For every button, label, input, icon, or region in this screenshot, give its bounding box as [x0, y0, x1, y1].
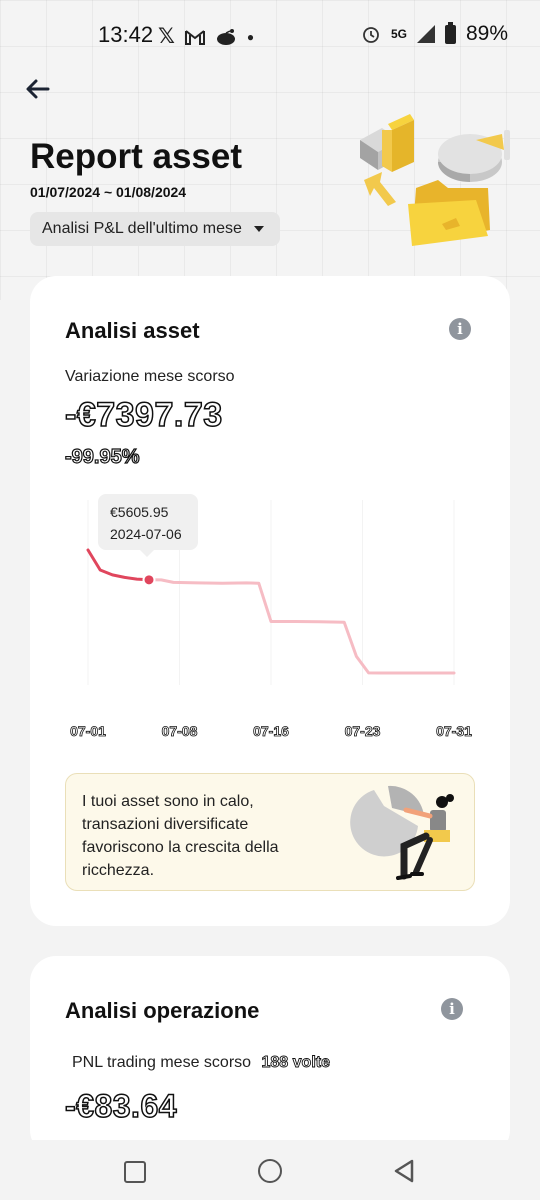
chart-line-future — [147, 578, 456, 675]
trading-pnl-label: PNL trading mese scorso — [72, 1054, 252, 1071]
period-dropdown-label: Analisi P&L dell'ultimo mese — [42, 220, 242, 237]
nav-back-button[interactable] — [392, 1158, 416, 1184]
x-tick-label: 07-23 — [345, 723, 381, 739]
asset-card-title: Analisi asset — [65, 318, 200, 343]
network-type: 5G — [390, 27, 407, 41]
system-status: 5G 89% — [361, 21, 508, 46]
dot-icon: ● — [246, 29, 255, 44]
battery-level: 89% — [465, 22, 508, 45]
x-tick-label: 07-08 — [162, 723, 198, 739]
change-percent: -99.95% — [64, 445, 140, 468]
status-time: 13:42 — [98, 22, 154, 47]
change-label: Variazione mese scorso — [65, 368, 235, 385]
info-icon[interactable]: i — [449, 318, 471, 340]
trade-card-title: Analisi operazione — [65, 998, 260, 1023]
x-tick-label: 07-16 — [253, 723, 289, 739]
page-title: Report asset — [30, 137, 243, 176]
alarm-icon — [363, 27, 379, 43]
notification-icons: 𝕏 ● — [158, 24, 254, 49]
status-bar: 13:42 𝕏 ● 5G 89% — [0, 0, 540, 70]
trade-count: 188 volte — [261, 1054, 330, 1072]
chart-highlight-point[interactable] — [142, 573, 156, 587]
report-illustration — [360, 114, 510, 246]
gmail-icon — [184, 29, 205, 45]
person-pie-illustration — [350, 785, 454, 880]
info-icon[interactable]: i — [441, 998, 463, 1020]
date-range: 01/07/2024 ~ 01/08/2024 — [30, 184, 187, 200]
battery-icon — [444, 21, 456, 44]
caret-down-icon — [253, 226, 264, 232]
signal-icon — [416, 25, 435, 43]
tooltip-value: €5605.95 — [110, 504, 169, 520]
x-icon: 𝕏 — [158, 25, 175, 48]
period-dropdown[interactable]: Analisi P&L dell'ultimo mese — [30, 212, 280, 246]
banner-text: I tuoi asset sono in calo, transazioni d… — [82, 793, 279, 879]
advice-banner: I tuoi asset sono in calo, transazioni d… — [65, 773, 475, 891]
trading-pnl-row: PNL trading mese scorso 188 volte — [72, 1054, 330, 1072]
recent-apps-button[interactable] — [124, 1161, 146, 1183]
chart-tooltip: €5605.95 2024-07-06 — [98, 494, 198, 557]
x-tick-label: 07-31 — [436, 723, 472, 739]
tooltip-date: 2024-07-06 — [110, 526, 182, 542]
reddit-icon — [216, 28, 235, 45]
x-tick-label: 07-01 — [70, 723, 106, 739]
chart-x-axis: 07-01 07-08 07-16 07-23 07-31 — [70, 723, 473, 740]
change-value: -€7397.73 — [64, 395, 223, 435]
pnl-value: -€83.64 — [64, 1087, 178, 1125]
back-arrow-icon[interactable] — [22, 72, 54, 104]
home-button[interactable] — [258, 1159, 282, 1183]
